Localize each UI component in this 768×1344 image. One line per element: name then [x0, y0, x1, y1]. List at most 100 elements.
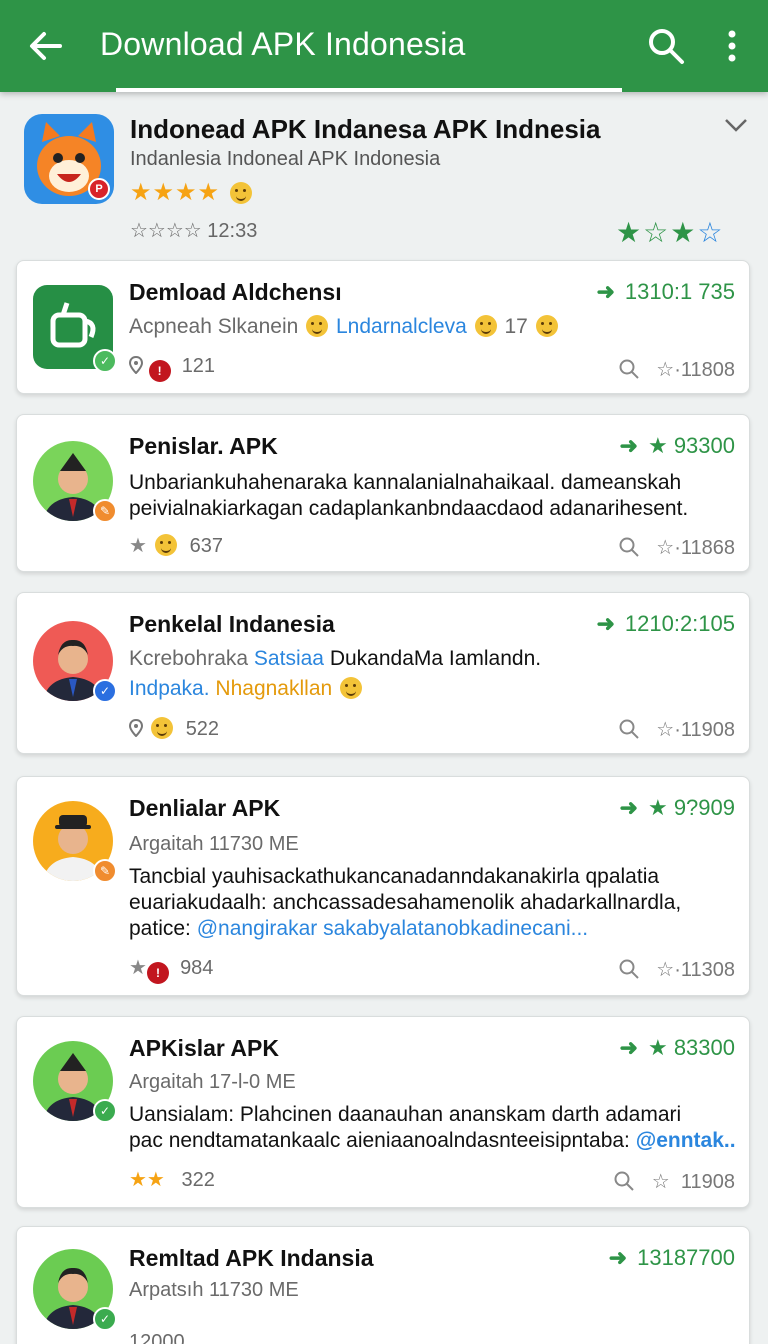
rate-star-4[interactable]: ☆ — [697, 217, 724, 248]
search-icon[interactable] — [644, 24, 688, 68]
meta-value: 322 — [181, 1169, 215, 1191]
status-badge: P — [88, 178, 110, 200]
stars: ★★★★ — [130, 179, 221, 206]
item-subtitle: Argaitah 11730 ME — [129, 833, 299, 855]
item-title: Penislar. APK — [129, 433, 278, 459]
alert-icon: ! — [148, 360, 171, 382]
item-meta: ! 121 — [129, 355, 215, 382]
emoji-icon — [150, 717, 173, 739]
star-outline-icon[interactable]: ☆ — [656, 959, 674, 981]
search-icon[interactable] — [618, 536, 640, 558]
item-title: Remltad APK Indansia — [129, 1245, 374, 1271]
search-icon[interactable] — [618, 358, 640, 380]
desc-link[interactable]: Satsiaa — [254, 647, 324, 670]
desc-highlight[interactable]: Nhagnakllan — [215, 677, 332, 700]
desc-link[interactable]: Indpaka. — [129, 677, 210, 700]
item-meta: ★ 637 — [129, 533, 223, 558]
search-icon[interactable] — [618, 718, 640, 740]
item-description: Tancbial yauhisackathukancanadanndakanak… — [129, 865, 660, 888]
item-description-3: patice: @nangirakar sakabyalatanobkadine… — [129, 917, 588, 941]
arrow-right-icon: ➜ — [619, 1035, 638, 1060]
verified-icon: ✓ — [93, 349, 117, 373]
item-description-2: Indpaka. Nhagnakllan — [129, 677, 364, 701]
emoji-icon — [474, 315, 497, 337]
app-meta: ☆☆☆☆ 12:33 — [130, 220, 258, 242]
app-icon: P — [24, 114, 114, 204]
count-value: 1210:2:105 — [624, 611, 735, 636]
app-title: Indonead APK Indanesa APK Indnesia — [130, 114, 601, 144]
badge-icon: ✎ — [93, 499, 117, 523]
arrow-right-icon: ➜ — [596, 611, 615, 636]
desc-text: Acpneah Slkanein — [129, 315, 299, 338]
list-item[interactable]: ✓ Demload Aldchensı ➜ 1310:1 735 Acpneah … — [16, 260, 750, 394]
star-outline-icon[interactable]: ☆ — [652, 1171, 670, 1193]
star-outline-icon[interactable]: ☆ — [656, 719, 674, 741]
desc-link[interactable]: Lndarnalcleva — [336, 315, 467, 338]
list-item[interactable]: ✎ Denlialar APK ➜ ★ 9?909 Argaitah 11730 … — [16, 776, 750, 996]
desc-link[interactable]: @nangirakar sakabyalatanobkadinecani... — [197, 917, 588, 940]
item-description-2: peivialnakiarkagan cadaplankanbndaacdaod… — [129, 497, 689, 520]
badge-icon: ✓ — [93, 1307, 117, 1331]
avatar: ✓ — [33, 1249, 117, 1331]
emoji-icon — [535, 315, 558, 337]
back-arrow-icon[interactable] — [24, 24, 68, 68]
list-item[interactable]: ✓ Remltad APK Indansia ➜ 13187700 Arpatsı… — [16, 1226, 750, 1344]
download-count: ➜ ★ 83300 — [619, 1035, 735, 1060]
arrow-right-icon: ➜ — [596, 279, 615, 304]
star-icon: ★ — [129, 535, 147, 557]
search-icon[interactable] — [613, 1170, 635, 1192]
location-pin-icon — [129, 356, 143, 374]
badge-icon: ✓ — [93, 1099, 117, 1123]
list-item[interactable]: ✎ Penislar. APK ➜ ★ 93300 Unbariankuhahen… — [16, 414, 750, 572]
rating-count: 11908 — [680, 719, 735, 741]
rate-star-1[interactable]: ★ — [616, 217, 643, 248]
item-title: Penkelal Indanesia — [129, 611, 335, 637]
item-subtitle: Argaitah 17-l-0 ME — [129, 1071, 296, 1093]
star-outline-icon[interactable]: ☆ — [656, 359, 674, 381]
star-icon: ★ — [129, 957, 147, 979]
desc-text: patice: — [129, 917, 191, 940]
rating-count: 11308 — [680, 959, 735, 981]
arrow-right-icon: ➜ — [608, 1245, 628, 1270]
download-count: ➜ 1210:2:105 — [596, 611, 735, 637]
item-description-2: pac nendtamatankaalc aieniaanoalndasntee… — [129, 1129, 736, 1153]
meta-value: 637 — [189, 535, 223, 557]
more-options-icon[interactable] — [712, 24, 752, 68]
app-bar: Download APK Indonesia — [0, 0, 768, 92]
list-item[interactable]: ✓ APKislar APK ➜ ★ 83300 Argaitah 17-l-0 … — [16, 1016, 750, 1208]
item-description: Uansialam: Plahcinen daanauhan ananskam … — [129, 1103, 682, 1126]
count-value: 13187700 — [637, 1245, 735, 1270]
rate-star-2[interactable]: ☆ — [643, 217, 670, 248]
search-icon[interactable] — [618, 958, 640, 980]
desc-link[interactable]: @enntak.. — [636, 1129, 736, 1152]
count-value: 83300 — [673, 1035, 735, 1060]
download-count: ➜ ★ 9?909 — [619, 795, 735, 820]
star-outline-icon[interactable]: ☆ — [656, 537, 674, 559]
arrow-right-icon: ➜ — [619, 795, 638, 820]
meta-value: 12000 — [129, 1331, 185, 1344]
desc-text: DukandaMa Iamlandn. — [329, 647, 542, 670]
avatar: ✓ — [33, 621, 117, 703]
featured-app-header[interactable]: P Indonead APK Indanesa APK Indnesia Ind… — [0, 96, 768, 256]
rate-stars[interactable]: ★☆★☆ — [616, 216, 724, 249]
download-count: ➜ 13187700 — [609, 1245, 735, 1271]
avatar: ✎ — [33, 801, 117, 883]
download-count: ➜ ★ 93300 — [619, 433, 735, 458]
meta-value: 984 — [180, 957, 214, 979]
location-pin-icon — [129, 719, 143, 737]
emoji-icon — [154, 534, 177, 556]
page-title: Download APK Indonesia — [100, 26, 466, 62]
stars: ★★ — [129, 1169, 165, 1191]
item-actions: ☆ 11908 — [613, 1169, 735, 1194]
desc-text: Kcrebohraka — [129, 647, 249, 670]
desc-text: pac nendtamatankaalc aieniaanoalndasntee… — [129, 1129, 630, 1152]
rate-star-3[interactable]: ★ — [670, 217, 697, 248]
item-description: Unbariankuhahenaraka kannalanialnahaikaa… — [129, 471, 682, 494]
chevron-down-icon[interactable] — [722, 116, 750, 136]
item-subtitle: Arpatsıh 11730 ME — [129, 1279, 299, 1301]
desc-number: 17 — [504, 315, 528, 338]
item-meta: 12000 — [129, 1331, 185, 1344]
download-count: ➜ 1310:1 735 — [596, 279, 735, 305]
list-item[interactable]: ✓ Penkelal Indanesia ➜ 1210:2:105 Kcreboh… — [16, 592, 750, 754]
arrow-right-icon: ➜ — [619, 433, 638, 458]
